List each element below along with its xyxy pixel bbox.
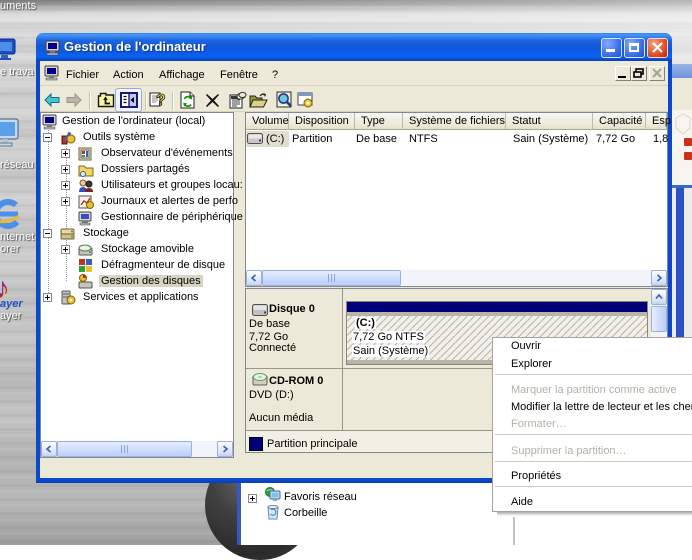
svg-text:?: ? bbox=[156, 92, 166, 109]
